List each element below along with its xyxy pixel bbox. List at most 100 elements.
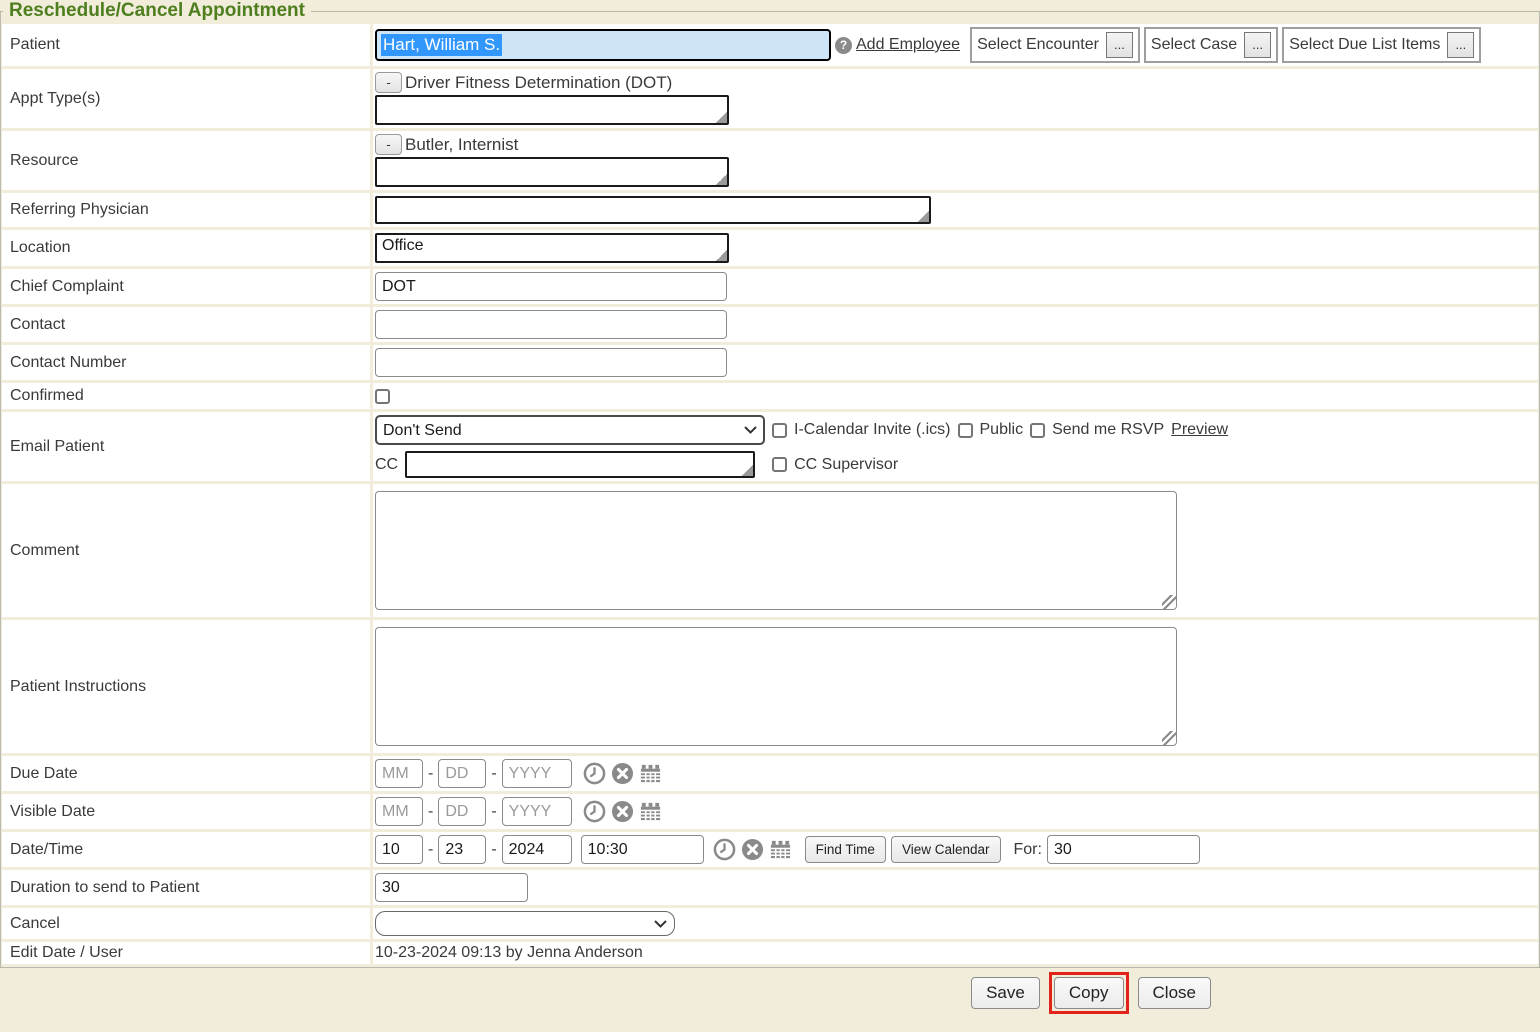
duration-label: Duration to send to Patient [2,870,370,905]
location-input[interactable]: Office [375,233,729,263]
row-location: Location Office [2,230,1538,266]
date-time-content: - - Find Time View Calendar For: [373,832,1538,867]
save-button[interactable]: Save [971,977,1040,1009]
cancel-label: Cancel [2,908,370,939]
email-patient-content: Don't Send I-Calendar Invite (.ics) Publ… [373,412,1538,481]
appt-type-selected-value: Driver Fitness Determination (DOT) [405,73,672,93]
row-due-date: Due Date - - [2,756,1538,791]
cancel-reason-select[interactable] [375,911,675,936]
appt-types-content: - Driver Fitness Determination (DOT) [373,69,1538,128]
cc-input[interactable] [405,451,755,478]
row-resource: Resource - Butler, Internist [2,131,1538,190]
due-date-calendar-icon[interactable] [639,762,662,785]
public-checkbox[interactable] [958,423,973,438]
row-patient-instructions: Patient Instructions [2,620,1538,753]
page-title: Reschedule/Cancel Appointment [3,0,311,22]
remove-appt-type-button[interactable]: - [375,72,402,93]
date-time-mm-input[interactable] [375,835,423,864]
visible-date-time-icon[interactable] [583,800,606,823]
contact-input[interactable] [375,310,727,339]
row-chief-complaint: Chief Complaint [2,269,1538,304]
due-date-dd-input[interactable] [438,759,486,788]
confirmed-content [373,383,1538,409]
duration-content [373,870,1538,905]
edit-date-user-value: 10-23-2024 09:13 by Jenna Anderson [375,944,643,962]
preview-link[interactable]: Preview [1171,421,1228,439]
row-confirmed: Confirmed [2,383,1538,409]
find-time-button[interactable]: Find Time [805,836,886,863]
duration-input[interactable] [375,873,528,902]
visible-date-mm-input[interactable] [375,797,423,826]
help-icon[interactable]: ? [835,37,852,54]
visible-date-dd-input[interactable] [438,797,486,826]
patient-instructions-content [373,620,1538,753]
cc-supervisor-checkbox[interactable] [772,457,787,472]
date-time-yyyy-input[interactable] [502,835,572,864]
appt-type-search-input[interactable] [375,95,729,125]
add-employee-link[interactable]: Add Employee [856,36,960,54]
patient-input[interactable]: Hart, William S. [375,29,831,61]
date-time-label: Date/Time [2,832,370,867]
date-time-dd-input[interactable] [438,835,486,864]
date-separator: - [428,841,433,859]
row-duration: Duration to send to Patient [2,870,1538,905]
contact-number-input[interactable] [375,348,727,377]
select-encounter-browse-button[interactable]: ... [1106,32,1133,58]
visible-date-clear-icon[interactable] [611,800,634,823]
date-separator: - [491,841,496,859]
due-date-mm-input[interactable] [375,759,423,788]
date-separator: - [428,803,433,821]
comment-label: Comment [2,484,370,617]
email-patient-select[interactable]: Don't Send [375,415,765,445]
close-button[interactable]: Close [1138,977,1211,1009]
row-edit-date-user: Edit Date / User 10-23-2024 09:13 by Jen… [2,942,1538,964]
due-date-yyyy-input[interactable] [502,759,572,788]
resource-content: - Butler, Internist [373,131,1538,190]
select-case-browse-button[interactable]: ... [1244,32,1271,58]
copy-button-highlight: Copy [1049,972,1129,1014]
remove-resource-button[interactable]: - [375,134,402,155]
copy-button[interactable]: Copy [1054,977,1124,1009]
due-date-time-icon[interactable] [583,762,606,785]
due-date-clear-icon[interactable] [611,762,634,785]
select-case-group: Select Case ... [1144,27,1278,63]
visible-date-calendar-icon[interactable] [639,800,662,823]
icalendar-invite-checkbox[interactable] [772,423,787,438]
date-time-clear-icon[interactable] [741,838,764,861]
date-time-time-icon[interactable] [713,838,736,861]
contact-content [373,307,1538,342]
email-patient-label: Email Patient [2,412,370,481]
for-duration-input[interactable] [1047,835,1200,864]
cc-supervisor-label: CC Supervisor [794,456,898,474]
location-content: Office [373,230,1538,266]
view-calendar-button[interactable]: View Calendar [891,836,1001,863]
comment-textarea[interactable] [375,491,1177,610]
visible-date-yyyy-input[interactable] [502,797,572,826]
row-visible-date: Visible Date - - [2,794,1538,829]
contact-number-content [373,345,1538,380]
visible-date-content: - - [373,794,1538,829]
send-me-rsvp-checkbox[interactable] [1030,423,1045,438]
row-comment: Comment [2,484,1538,617]
resource-search-input[interactable] [375,157,729,187]
chief-complaint-content [373,269,1538,304]
chief-complaint-input[interactable] [375,272,727,301]
select-encounter-label: Select Encounter [977,36,1099,54]
date-time-time-input[interactable] [581,835,704,864]
due-date-content: - - [373,756,1538,791]
patient-instructions-textarea[interactable] [375,627,1177,746]
confirmed-checkbox[interactable] [375,389,390,404]
select-due-list-items-browse-button[interactable]: ... [1447,32,1474,58]
comment-content [373,484,1538,617]
contact-number-label: Contact Number [2,345,370,380]
select-case-label: Select Case [1151,36,1237,54]
date-time-calendar-icon[interactable] [769,838,792,861]
resource-label: Resource [2,131,370,190]
patient-instructions-label: Patient Instructions [2,620,370,753]
edit-date-user-label: Edit Date / User [2,942,370,964]
date-separator: - [428,765,433,783]
select-due-list-items-label: Select Due List Items [1289,36,1440,54]
referring-physician-input[interactable] [375,196,931,224]
appt-types-label: Appt Type(s) [2,69,370,128]
row-cancel: Cancel [2,908,1538,939]
